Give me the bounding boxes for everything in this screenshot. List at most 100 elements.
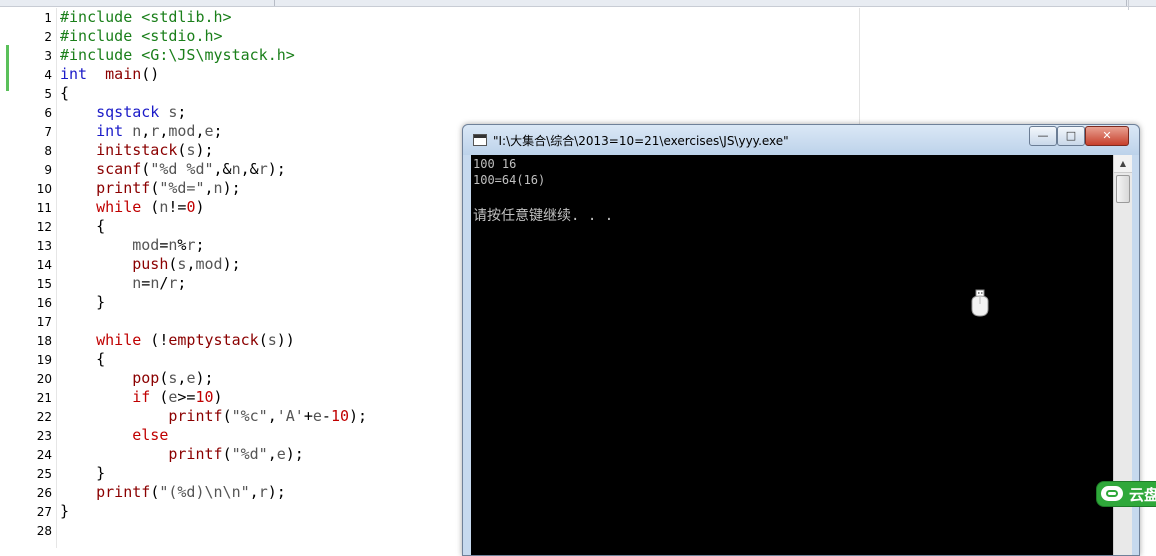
code-line[interactable]: #include <G:\JS\mystack.h> bbox=[60, 46, 295, 65]
code-token: ,& bbox=[240, 160, 259, 178]
code-token: scanf bbox=[96, 160, 142, 178]
code-line[interactable]: } bbox=[60, 502, 69, 521]
code-token: } bbox=[60, 293, 106, 311]
cloud-drive-label: 云盘 bbox=[1129, 486, 1156, 504]
change-marker bbox=[6, 45, 9, 91]
line-number: 9 bbox=[44, 163, 52, 177]
code-token: "%d=" bbox=[159, 179, 205, 197]
code-line[interactable]: scanf("%d %d",&n,&r); bbox=[60, 160, 286, 179]
code-token: ) bbox=[213, 388, 223, 406]
line-number: 13 bbox=[36, 239, 52, 253]
code-line[interactable]: { bbox=[60, 217, 105, 236]
line-number: 11 bbox=[36, 201, 52, 215]
code-token: "%d %d" bbox=[150, 160, 214, 178]
code-line[interactable]: #include <stdio.h> bbox=[60, 27, 223, 46]
code-token: ( bbox=[222, 407, 232, 425]
code-line[interactable]: pop(s,e); bbox=[60, 369, 213, 388]
code-line[interactable]: int n,r,mod,e; bbox=[60, 122, 223, 141]
code-line[interactable]: printf("(%d)\n\n",r); bbox=[60, 483, 286, 502]
code-token: } bbox=[60, 464, 106, 482]
code-token: , bbox=[204, 179, 214, 197]
code-token: ; bbox=[213, 122, 223, 140]
code-token: ; bbox=[177, 274, 187, 292]
code-token: "%d" bbox=[231, 445, 268, 463]
code-token: { bbox=[60, 217, 106, 235]
code-token: 10 bbox=[330, 407, 349, 425]
code-line[interactable]: } bbox=[60, 464, 105, 483]
code-line[interactable]: { bbox=[60, 350, 105, 369]
code-token: (! bbox=[141, 331, 169, 349]
usb-mouse-cursor-icon bbox=[969, 289, 991, 317]
console-window[interactable]: "I:\大集合\综合\2013=10=21\exercises\JS\yyy.e… bbox=[462, 124, 1140, 556]
code-token: { bbox=[60, 84, 70, 102]
maximize-button[interactable]: □ bbox=[1057, 126, 1085, 146]
code-token: ); bbox=[267, 160, 286, 178]
code-token: () bbox=[141, 65, 160, 83]
code-line[interactable]: printf("%d=",n); bbox=[60, 179, 241, 198]
line-number: 15 bbox=[36, 277, 52, 291]
code-token: mod bbox=[168, 122, 196, 140]
code-token: ( bbox=[150, 179, 160, 197]
code-token: , bbox=[267, 445, 277, 463]
code-line[interactable]: int main() bbox=[60, 65, 159, 84]
close-button[interactable]: ✕ bbox=[1085, 126, 1129, 146]
code-line[interactable]: n=n/r; bbox=[60, 274, 186, 293]
code-token: if bbox=[132, 388, 151, 406]
code-line[interactable]: printf("%c",'A'+e-10); bbox=[60, 407, 367, 426]
console-titlebar[interactable]: "I:\大集合\综合\2013=10=21\exercises\JS\yyy.e… bbox=[463, 125, 1139, 155]
line-number: 10 bbox=[36, 182, 52, 196]
code-line[interactable]: while (n!=0) bbox=[60, 198, 204, 217]
line-number: 2 bbox=[44, 30, 52, 44]
code-line[interactable]: initstack(s); bbox=[60, 141, 214, 160]
code-token: n bbox=[132, 274, 142, 292]
line-number: 28 bbox=[36, 524, 52, 538]
code-token: , bbox=[249, 483, 259, 501]
code-line[interactable]: #include <stdlib.h> bbox=[60, 8, 232, 27]
tab-segment[interactable] bbox=[0, 0, 275, 6]
code-line[interactable]: if (e>=10) bbox=[60, 388, 223, 407]
code-token: ); bbox=[195, 141, 214, 159]
tab-segment[interactable] bbox=[276, 0, 1127, 6]
line-number: 4 bbox=[44, 68, 52, 82]
code-token: ); bbox=[222, 255, 241, 273]
code-token: s bbox=[267, 331, 277, 349]
code-line[interactable]: while (!emptystack(s)) bbox=[60, 331, 295, 350]
cloud-drive-widget[interactable]: 云盘 bbox=[1096, 481, 1156, 507]
code-line[interactable]: else bbox=[60, 426, 168, 445]
console-app-icon[interactable] bbox=[473, 134, 487, 146]
code-token: int bbox=[96, 122, 124, 140]
minimize-button[interactable]: — bbox=[1029, 126, 1057, 146]
code-token: = bbox=[141, 274, 151, 292]
code-token: ; bbox=[177, 103, 187, 121]
code-token: #include <stdlib.h> bbox=[60, 8, 232, 26]
console-title: "I:\大集合\综合\2013=10=21\exercises\JS\yyy.e… bbox=[493, 134, 789, 148]
code-line[interactable]: { bbox=[60, 84, 69, 103]
code-line[interactable]: push(s,mod); bbox=[60, 255, 241, 274]
code-line[interactable]: mod=n%r; bbox=[60, 236, 204, 255]
console-output[interactable]: 100 16 100=64(16) 请按任意键继续. . . bbox=[471, 155, 1113, 555]
code-token: emptystack bbox=[168, 331, 259, 349]
panel-divider bbox=[1128, 0, 1129, 10]
code-token: ,& bbox=[213, 160, 232, 178]
code-line[interactable]: sqstack s; bbox=[60, 103, 186, 122]
code-line[interactable]: } bbox=[60, 293, 105, 312]
line-number: 22 bbox=[36, 410, 52, 424]
code-token: printf bbox=[96, 483, 151, 501]
scroll-thumb[interactable] bbox=[1116, 175, 1130, 203]
scroll-up-arrow-icon[interactable]: ▲ bbox=[1114, 155, 1132, 173]
code-token: 'A' bbox=[276, 407, 304, 425]
code-token: push bbox=[132, 255, 169, 273]
code-token: n bbox=[213, 179, 223, 197]
code-token: ( bbox=[141, 198, 160, 216]
code-line[interactable]: printf("%d",e); bbox=[60, 445, 303, 464]
code-token: ( bbox=[258, 331, 268, 349]
